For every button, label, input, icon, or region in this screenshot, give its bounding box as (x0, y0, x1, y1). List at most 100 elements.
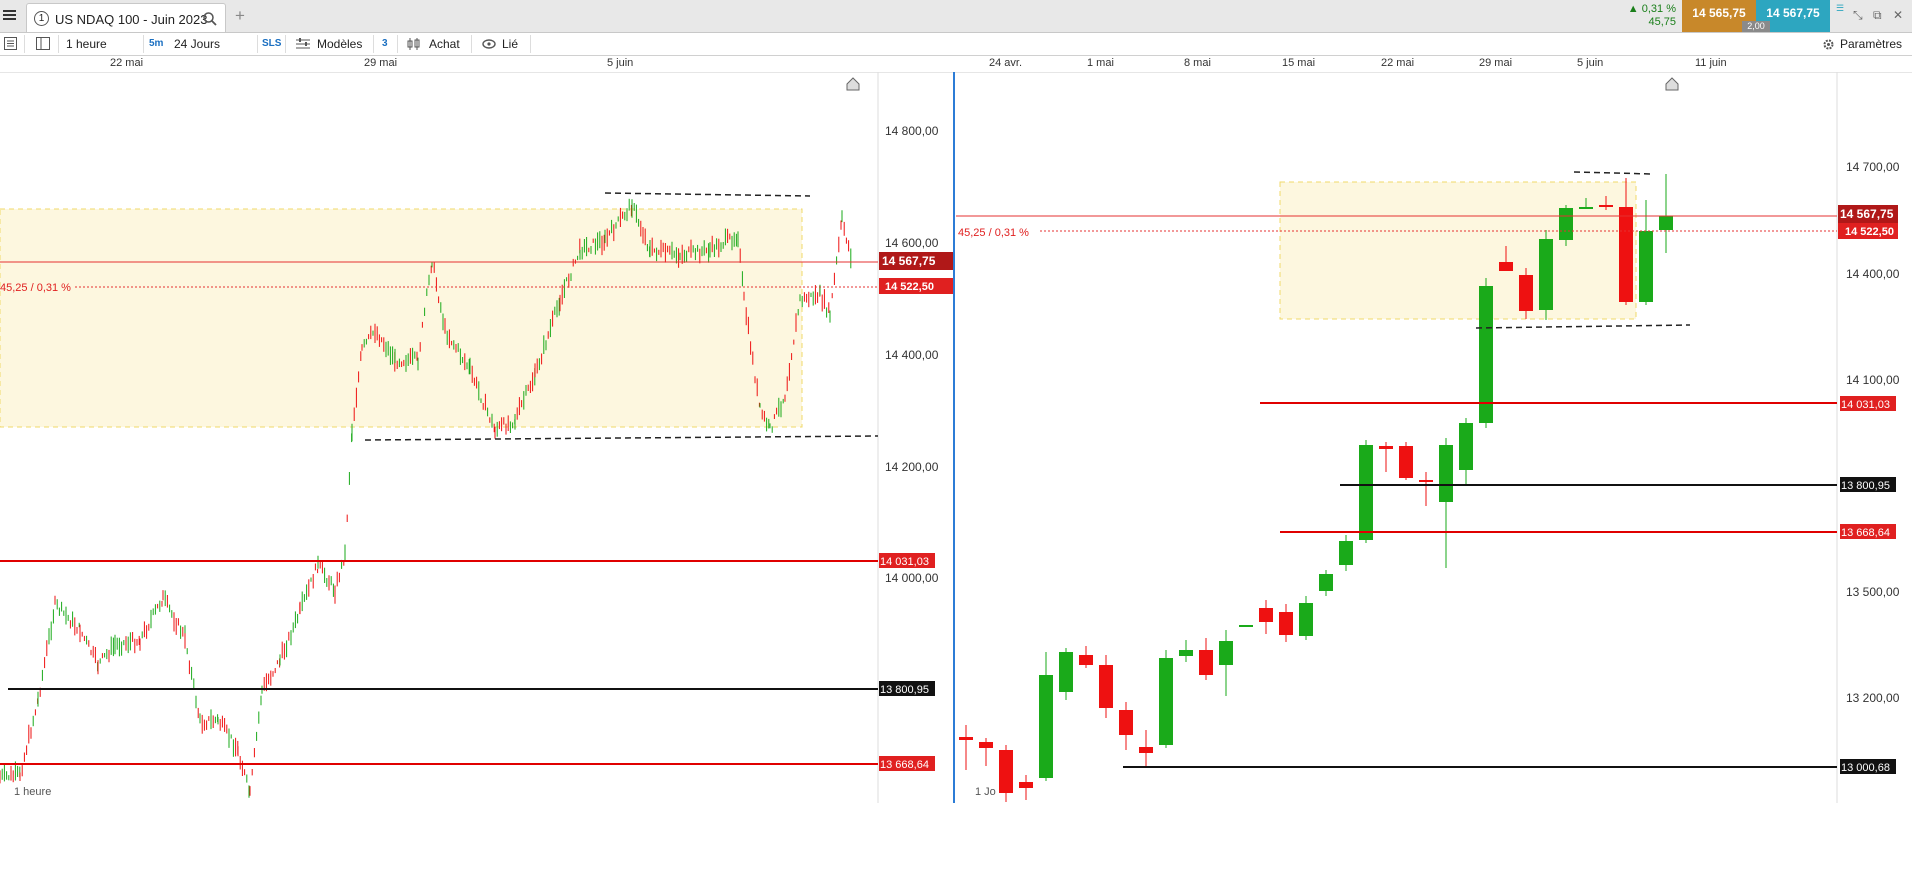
left-home-icon[interactable] (846, 77, 860, 91)
linked-button[interactable]: Lié (502, 37, 518, 51)
right-price-label: 13 500,00 (1846, 585, 1900, 599)
models-icon (296, 38, 310, 49)
sub-interval-button[interactable]: 5m (149, 38, 163, 49)
indicator-count[interactable]: 3 (382, 38, 388, 49)
candle-body (959, 737, 973, 740)
list-icon[interactable] (4, 37, 17, 50)
candle-body (1279, 612, 1293, 635)
candle-body (979, 742, 993, 748)
gear-icon[interactable] (1822, 38, 1835, 51)
candle-body (1239, 625, 1253, 627)
candle-body (999, 750, 1013, 793)
tab-number-badge: 1 (34, 11, 49, 26)
candle-body (1079, 655, 1093, 665)
left-level-red-2-label: 13 668,64 (880, 759, 929, 771)
left-level-black-label: 13 800,95 (880, 684, 929, 696)
right-price-label: 14 100,00 (1846, 373, 1900, 387)
close-icon[interactable]: ✕ (1893, 8, 1903, 22)
left-resistance-line (604, 192, 811, 197)
candle-body (1299, 603, 1313, 636)
candle-body (1619, 207, 1633, 302)
range-select[interactable]: 24 Jours (174, 37, 220, 51)
candle-body (1319, 574, 1333, 591)
candle-body (1019, 782, 1033, 788)
add-tab-icon[interactable]: + (235, 6, 245, 26)
right-timeframe-label: 1 Jo (975, 786, 996, 798)
price-change: ▲ 0,31 % 45,75 (1624, 3, 1676, 29)
spread-badge: 2,00 (1742, 21, 1770, 32)
chart-toolbar: 1 heure 5m 24 Jours SLS Modèles 3 Achat … (0, 33, 1912, 56)
charts-canvas: 45,25 / 0,31 % 14 800,00 14 600,00 14 40… (0, 72, 1900, 803)
right-current-price: 14 567,75 (1840, 207, 1894, 221)
candle-body (1499, 262, 1513, 271)
date-axis-bar: 22 mai 29 mai 5 juin 24 avr. 1 mai 8 mai… (0, 56, 1912, 73)
change-percent: ▲ 0,31 % (1627, 3, 1676, 15)
right-price-label: 14 400,00 (1846, 267, 1900, 281)
right-date-label: 24 avr. (989, 57, 1023, 69)
candle-body (1219, 641, 1233, 665)
menu-icon[interactable] (3, 8, 16, 24)
right-date-label: 1 mai (1087, 57, 1114, 69)
right-level-black-1-label: 13 800,95 (1841, 480, 1890, 492)
candle-body (1539, 239, 1553, 310)
change-absolute: 45,75 (1648, 16, 1676, 28)
candle-body (1419, 480, 1433, 482)
left-consolidation-zone (0, 208, 803, 428)
sls-button[interactable]: SLS (262, 38, 281, 49)
candle-body (1519, 275, 1533, 311)
right-date-label: 11 juin (1695, 57, 1727, 69)
tab-title: US NDAQ 100 - Juin 2023 (55, 12, 208, 27)
left-price-label: 14 000,00 (885, 571, 939, 585)
candle-body (1439, 445, 1453, 502)
candle-body (1159, 658, 1173, 745)
candle-body (1659, 216, 1673, 230)
left-price-label: 14 400,00 (885, 348, 939, 362)
right-prev-close: 14 522,50 (1845, 226, 1894, 238)
layout-icon[interactable] (36, 37, 50, 50)
models-button[interactable]: Modèles (317, 37, 362, 51)
candle-body (1579, 207, 1593, 209)
candle-body (1199, 650, 1213, 675)
candle-body (1099, 665, 1113, 708)
buy-icon (407, 38, 420, 50)
candle-body (1339, 541, 1353, 565)
popout-icon[interactable]: ⧉ (1873, 8, 1882, 23)
left-timeframe-label: 1 heure (14, 786, 51, 798)
left-level-red-1-label: 14 031,03 (880, 556, 929, 568)
minimize-icon[interactable]: ⤡ (1853, 8, 1863, 23)
link-icon (482, 39, 496, 49)
order-book-icon[interactable]: ☰ (1836, 3, 1844, 14)
right-level-red-1-label: 14 031,03 (1841, 399, 1890, 411)
left-chart[interactable]: 45,25 / 0,31 % 14 800,00 14 600,00 14 40… (0, 72, 953, 803)
buy-button[interactable]: Achat (429, 37, 460, 51)
candle-body (1459, 423, 1473, 470)
left-date-label: 5 juin (607, 57, 634, 69)
candle-body (1359, 445, 1373, 540)
left-price-label: 14 200,00 (885, 460, 939, 474)
left-price-label: 14 800,00 (885, 124, 939, 138)
candle-body (1039, 675, 1053, 778)
right-date-label: 22 mai (1381, 57, 1415, 69)
title-bar: 1 US NDAQ 100 - Juin 2023 + ▲ 0,31 % 45,… (0, 0, 1912, 33)
candle-body (1139, 747, 1153, 753)
settings-button[interactable]: Paramètres (1840, 37, 1902, 51)
interval-select[interactable]: 1 heure (66, 37, 107, 51)
right-date-label: 5 juin (1577, 57, 1604, 69)
right-support-line (1475, 324, 1691, 329)
right-level-red-2-label: 13 668,64 (1841, 527, 1890, 539)
left-date-label: 29 mai (364, 57, 398, 69)
candle-body (1379, 446, 1393, 449)
candle-body (1259, 608, 1273, 622)
left-date-label: 22 mai (110, 57, 144, 69)
right-level-black-2-label: 13 000,68 (1841, 762, 1890, 774)
right-date-label: 29 mai (1479, 57, 1513, 69)
right-date-label: 8 mai (1184, 57, 1211, 69)
right-home-icon[interactable] (1665, 77, 1679, 91)
left-change-text: 45,25 / 0,31 % (0, 282, 71, 294)
instrument-tab[interactable]: 1 US NDAQ 100 - Juin 2023 (26, 3, 226, 32)
left-price-label: 14 600,00 (885, 236, 939, 250)
right-chart[interactable]: 45,25 / 0,31 % 14 700,00 14 400,00 14 10… (956, 72, 1900, 803)
candle-body (1559, 208, 1573, 240)
candle-body (1399, 446, 1413, 478)
search-icon[interactable] (203, 12, 217, 26)
